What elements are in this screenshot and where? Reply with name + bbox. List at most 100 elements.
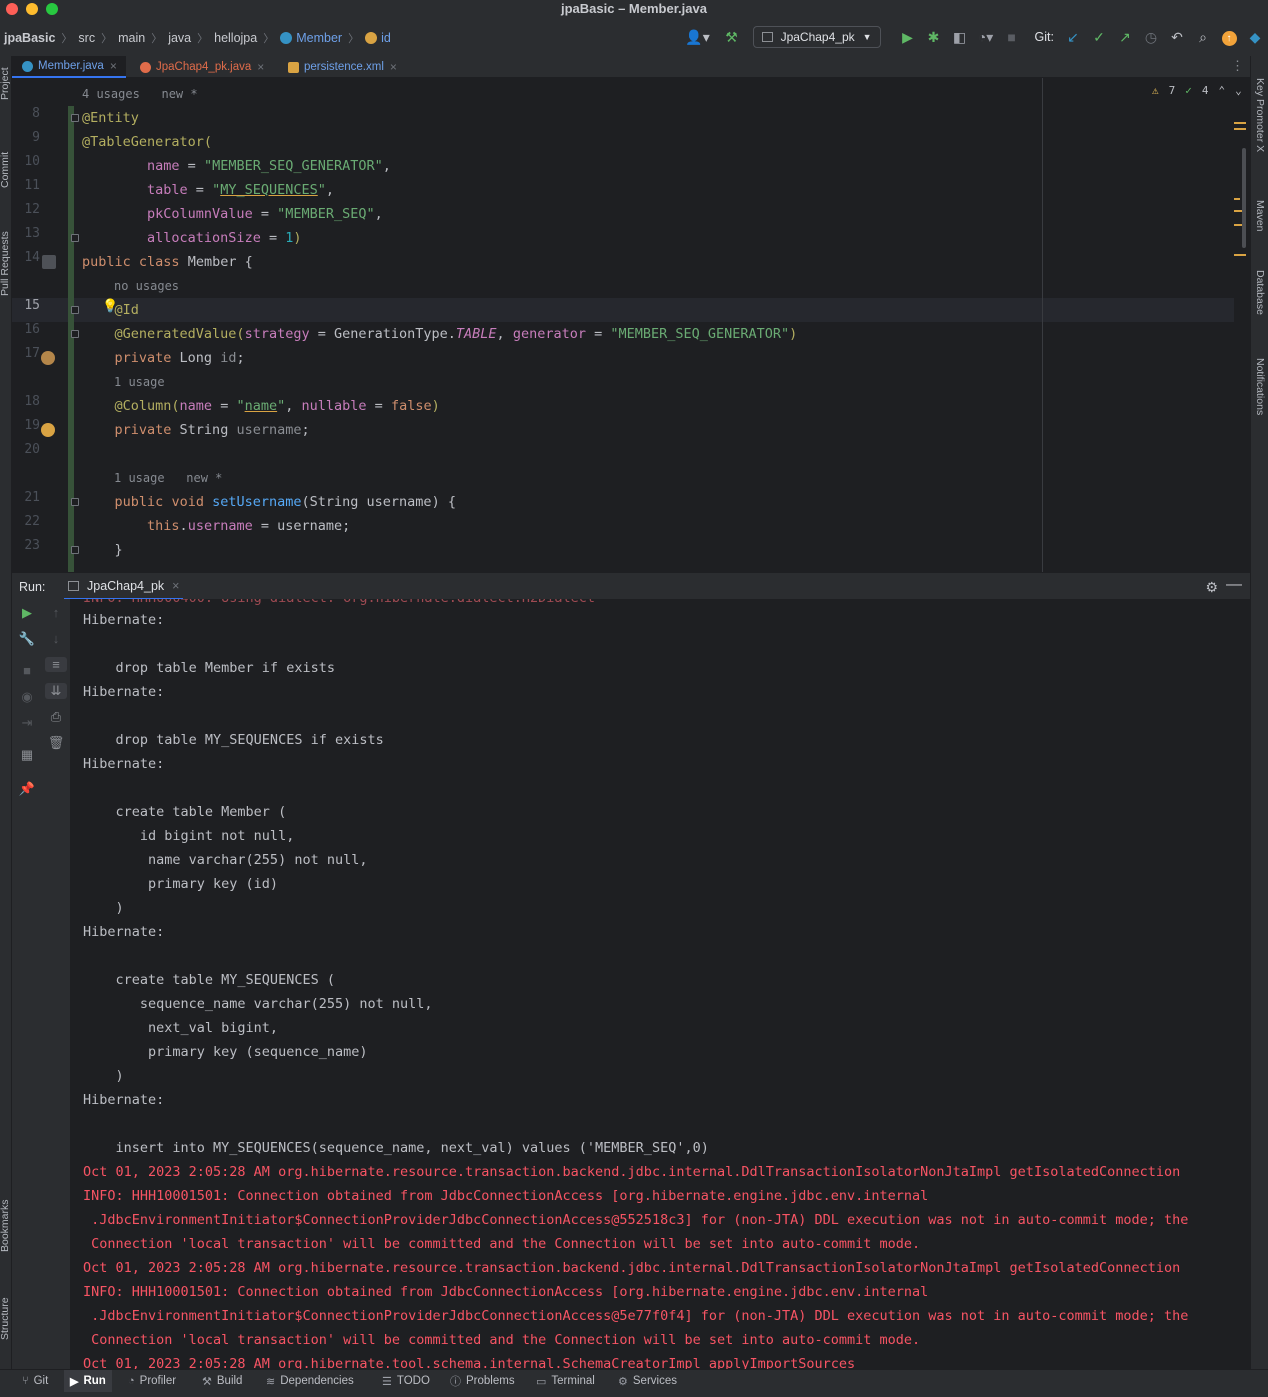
arrow-up-icon[interactable]: ↑ — [41, 605, 71, 620]
run-icon[interactable]: ▶ — [895, 29, 921, 46]
fold-toggle-icon[interactable] — [71, 114, 79, 122]
code-editor[interactable]: 8 9 10 11 12 13 14 15 16 17 18 19 20 21 … — [12, 78, 1250, 572]
user-icon[interactable]: 👤▾ — [685, 29, 711, 46]
close-icon[interactable]: × — [257, 60, 264, 74]
stop-icon[interactable]: ■ — [12, 663, 42, 678]
search-icon[interactable]: ⌕ — [1190, 29, 1216, 46]
build-tool-button[interactable]: ⚒ Build — [202, 1373, 242, 1389]
debug-icon[interactable]: ✱ — [921, 29, 947, 46]
tab-persistence-xml[interactable]: persistence.xml × — [288, 56, 418, 78]
exit-icon[interactable]: ⇥ — [12, 715, 42, 731]
line-number: 15 — [24, 298, 40, 313]
chevron-right-icon: 〉 — [61, 33, 73, 45]
scroll-to-end-icon[interactable]: ⇊ — [45, 683, 67, 699]
git-tool-button[interactable]: ⑂ Git — [22, 1373, 48, 1389]
history-icon[interactable]: ◷ — [1138, 29, 1164, 46]
rollback-icon[interactable]: ↶ — [1164, 29, 1190, 46]
editor-scrollbar[interactable] — [1242, 148, 1246, 248]
key-promoter-tool-button[interactable]: Key Promoter X — [1254, 78, 1266, 152]
chevron-up-icon[interactable]: ⌃ — [1219, 84, 1226, 97]
breadcrumb-class[interactable]: Member — [296, 31, 348, 45]
database-table-icon[interactable] — [42, 255, 56, 269]
console-line: INFO: HHH10001501: Connection obtained f… — [83, 1188, 929, 1204]
coverage-icon[interactable]: ◧ — [947, 29, 973, 46]
class-icon — [280, 32, 293, 44]
update-icon[interactable]: ↑ — [1216, 28, 1242, 46]
git-update-icon[interactable]: ↙ — [1060, 29, 1086, 46]
fold-toggle-icon[interactable] — [71, 498, 79, 506]
terminal-tool-button[interactable]: ▭ Terminal — [536, 1373, 595, 1389]
structure-tool-button[interactable]: Structure — [0, 1297, 11, 1340]
services-tool-button[interactable]: ⚙ Services — [618, 1373, 677, 1389]
usages-hint[interactable]: no usages — [114, 274, 179, 298]
stop-icon[interactable]: ■ — [999, 29, 1025, 45]
console-line: Oct 01, 2023 2:05:28 AM org.hibernate.re… — [83, 1260, 1181, 1276]
breadcrumb-java[interactable]: java — [168, 31, 197, 45]
maven-tool-button[interactable]: Maven — [1254, 200, 1266, 232]
code-line: @Column(name = "name", nullable = false) — [114, 398, 440, 414]
database-tool-button[interactable]: Database — [1254, 270, 1266, 315]
chevron-right-icon: 〉 — [348, 33, 360, 45]
camera-icon[interactable]: ◉ — [12, 689, 42, 705]
profiler-tool-button[interactable]: ◔ Profiler — [128, 1373, 176, 1389]
usages-hint[interactable]: 4 usages new * — [82, 82, 198, 106]
tab-label: persistence.xml — [304, 61, 384, 73]
close-icon[interactable]: × — [110, 59, 117, 73]
project-tool-button[interactable]: Project — [0, 67, 11, 100]
print-icon[interactable]: ⎙ — [41, 709, 71, 725]
tab-member-java[interactable]: Member.java × — [12, 56, 126, 78]
pin-icon[interactable]: 📌 — [12, 781, 42, 797]
wrench-icon[interactable]: 🔧 — [12, 631, 42, 647]
rerun-icon[interactable]: ▶ — [12, 605, 42, 621]
close-icon[interactable]: × — [390, 60, 397, 74]
breadcrumb-main[interactable]: main — [118, 31, 151, 45]
git-commit-icon[interactable]: ✓ — [1086, 29, 1112, 46]
more-tabs-icon[interactable]: ⋮ — [1231, 58, 1244, 74]
breadcrumb-project[interactable]: jpaBasic — [4, 31, 61, 45]
notifications-tool-button[interactable]: Notifications — [1254, 358, 1266, 415]
fold-toggle-icon[interactable] — [71, 330, 79, 338]
run-console-output[interactable]: INFO: HHH000400: Using dialect: org.hibe… — [71, 599, 1250, 1369]
profile-icon[interactable]: ◔▾ — [973, 29, 999, 46]
console-line: INFO: HHH10001501: Connection obtained f… — [83, 1284, 929, 1300]
warning-mark[interactable] — [1234, 198, 1240, 200]
git-push-icon[interactable]: ↗ — [1112, 29, 1138, 46]
arrow-down-icon[interactable]: ↓ — [41, 631, 71, 646]
usages-hint[interactable]: 1 usage — [114, 370, 165, 394]
run-tab[interactable]: JpaChap4_pk × — [64, 573, 184, 600]
code-line: public class Member { — [82, 254, 253, 270]
pull-requests-tool-button[interactable]: Pull Requests — [0, 231, 11, 296]
warning-mark[interactable] — [1234, 122, 1246, 124]
minimize-icon[interactable]: — — [1226, 576, 1242, 594]
close-icon[interactable]: × — [172, 579, 179, 593]
fold-toggle-icon[interactable] — [71, 306, 79, 314]
layout-icon[interactable]: ▦ — [12, 747, 42, 763]
inspection-widget[interactable]: ⚠ 7 ✓ 4 ⌃ ⌄ — [1152, 84, 1242, 97]
problems-tool-button[interactable]: ⓘ Problems — [450, 1373, 515, 1389]
fold-toggle-icon[interactable] — [71, 546, 79, 554]
todo-tool-button[interactable]: ☰ TODO — [382, 1373, 430, 1389]
breadcrumb-package[interactable]: hellojpa — [214, 31, 263, 45]
warning-mark[interactable] — [1234, 128, 1246, 130]
soft-wrap-icon[interactable]: ≡ — [45, 657, 67, 672]
trash-icon[interactable]: 🗑 — [41, 735, 71, 751]
run-configuration-select[interactable]: JpaChap4_pk ▼ — [752, 26, 881, 48]
breadcrumb-src[interactable]: src — [78, 31, 101, 45]
run-tool-button[interactable]: ▶ Run — [64, 1370, 112, 1392]
build-hammer-icon[interactable]: ⚒ — [719, 29, 745, 46]
commit-tool-button[interactable]: Commit — [0, 152, 11, 188]
breadcrumb-field[interactable]: id — [381, 31, 397, 45]
tab-jpachap4-pk-java[interactable]: JpaChap4_pk.java × — [140, 56, 280, 78]
code-line: this.username = username; — [147, 518, 351, 534]
chevron-down-icon[interactable]: ⌄ — [1235, 84, 1242, 97]
dependencies-tool-button[interactable]: ≋ Dependencies — [266, 1373, 354, 1389]
gear-icon[interactable]: ⚙ — [1205, 579, 1218, 596]
generated-id-icon[interactable] — [41, 351, 55, 365]
console-line: primary key (id) — [83, 876, 279, 892]
warning-mark[interactable] — [1234, 254, 1246, 256]
fold-toggle-icon[interactable] — [71, 234, 79, 242]
usages-hint[interactable]: 1 usage new * — [114, 466, 222, 490]
jetbrains-logo-icon[interactable]: ◆ — [1242, 29, 1268, 46]
column-mapping-icon[interactable] — [41, 423, 55, 437]
bookmarks-tool-button[interactable]: Bookmarks — [0, 1199, 11, 1252]
